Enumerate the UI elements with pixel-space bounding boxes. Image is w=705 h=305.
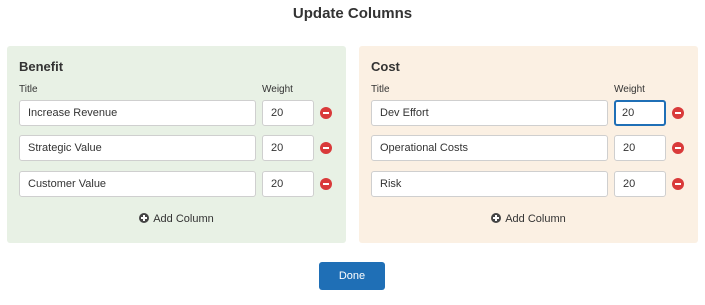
column-weight-input[interactable]: 20 xyxy=(614,135,666,161)
benefit-column-row: Strategic Value 20 xyxy=(19,135,339,163)
column-weight-input[interactable]: 20 xyxy=(262,100,314,126)
plus-circle-icon xyxy=(491,213,502,223)
remove-column-icon[interactable] xyxy=(320,142,332,154)
column-title-input[interactable]: Risk xyxy=(371,171,608,197)
column-title-input[interactable]: Increase Revenue xyxy=(19,100,256,126)
cost-column-row: Dev Effort 20 xyxy=(371,100,691,128)
cost-column-row: Risk 20 xyxy=(371,171,691,199)
remove-column-icon[interactable] xyxy=(672,178,684,190)
benefit-add-column-button[interactable]: Add Column xyxy=(7,213,346,225)
title-column-header: Title xyxy=(19,84,38,95)
add-column-label: Add Column xyxy=(505,213,566,225)
column-title-input[interactable]: Strategic Value xyxy=(19,135,256,161)
remove-column-icon[interactable] xyxy=(672,142,684,154)
done-button[interactable]: Done xyxy=(319,262,385,290)
dialog-title: Update Columns xyxy=(292,5,413,22)
benefit-panel-title: Benefit xyxy=(19,59,64,74)
column-title-input[interactable]: Customer Value xyxy=(19,171,256,197)
cost-add-column-button[interactable]: Add Column xyxy=(359,213,698,225)
plus-circle-icon xyxy=(139,213,150,223)
weight-column-header: Weight xyxy=(614,84,645,95)
column-weight-input[interactable]: 20 xyxy=(614,100,666,126)
column-weight-input[interactable]: 20 xyxy=(614,171,666,197)
column-title-input[interactable]: Operational Costs xyxy=(371,135,608,161)
cost-panel: Cost Title Weight Dev Effort 20 Operatio… xyxy=(359,46,698,243)
column-weight-input[interactable]: 20 xyxy=(262,171,314,197)
weight-column-header: Weight xyxy=(262,84,293,95)
add-column-label: Add Column xyxy=(153,213,214,225)
column-weight-input[interactable]: 20 xyxy=(262,135,314,161)
remove-column-icon[interactable] xyxy=(672,107,684,119)
benefit-panel: Benefit Title Weight Increase Revenue 20… xyxy=(7,46,346,243)
remove-column-icon[interactable] xyxy=(320,107,332,119)
benefit-column-row: Increase Revenue 20 xyxy=(19,100,339,128)
benefit-column-row: Customer Value 20 xyxy=(19,171,339,199)
column-title-input[interactable]: Dev Effort xyxy=(371,100,608,126)
remove-column-icon[interactable] xyxy=(320,178,332,190)
title-column-header: Title xyxy=(371,84,390,95)
cost-panel-title: Cost xyxy=(371,59,400,74)
cost-column-row: Operational Costs 20 xyxy=(371,135,691,163)
